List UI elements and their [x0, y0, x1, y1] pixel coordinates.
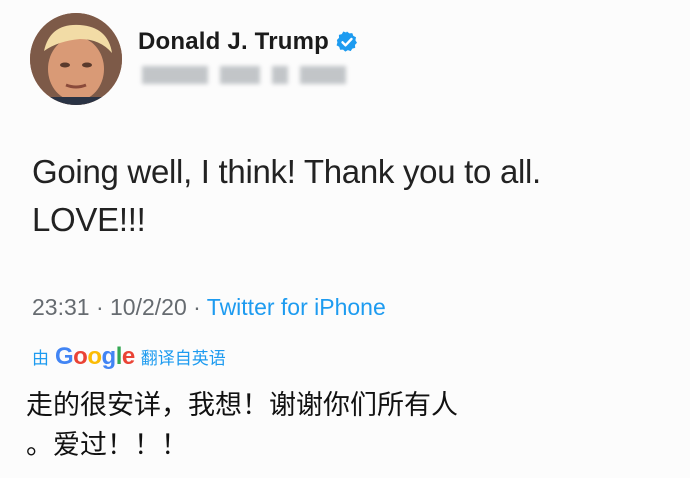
- tweet-date[interactable]: 10/2/20: [110, 294, 187, 320]
- handle-blurred: [142, 66, 346, 84]
- google-logo-letter: g: [101, 343, 117, 370]
- blurred-text: [142, 66, 208, 84]
- translated-text: 走的很安详，我想！谢谢你们所有人 。爱过！！！: [26, 385, 458, 465]
- translated-line: 走的很安详，我想！谢谢你们所有人: [26, 390, 458, 420]
- translation-attribution[interactable]: 由 Google 翻译自英语: [32, 343, 226, 371]
- tweet-card: Donald J. Trump Going well, I think! Tha…: [0, 0, 690, 478]
- tweet-time[interactable]: 23:31: [32, 294, 90, 320]
- google-logo-letter: o: [87, 343, 102, 370]
- author-name[interactable]: Donald J. Trump: [138, 28, 329, 56]
- tweet-line: LOVE!!!: [32, 201, 146, 238]
- blurred-text: [300, 66, 346, 84]
- meta-separator: ·: [89, 294, 111, 320]
- translated-line: 。爱过！！！: [26, 430, 188, 460]
- google-logo-letter: G: [55, 343, 74, 370]
- tweet-source[interactable]: Twitter for iPhone: [207, 294, 386, 320]
- meta-separator: ·: [186, 294, 207, 320]
- verified-badge-icon: [335, 30, 359, 54]
- author-row: Donald J. Trump: [138, 28, 359, 56]
- google-logo: Google: [55, 343, 135, 371]
- blurred-text: [220, 66, 260, 84]
- google-logo-letter: e: [121, 343, 135, 370]
- translated-by-label: 由: [32, 349, 49, 368]
- avatar-photo: [30, 13, 122, 105]
- avatar[interactable]: [30, 13, 122, 105]
- blurred-text: [272, 66, 288, 84]
- tweet-body: Going well, I think! Thank you to all. L…: [32, 148, 672, 244]
- google-logo-letter: o: [73, 343, 88, 370]
- translated-from-label: 翻译自英语: [140, 349, 226, 368]
- tweet-meta: 23:31 · 10/2/20 · Twitter for iPhone: [32, 294, 386, 321]
- tweet-line: Going well, I think! Thank you to all.: [32, 153, 541, 190]
